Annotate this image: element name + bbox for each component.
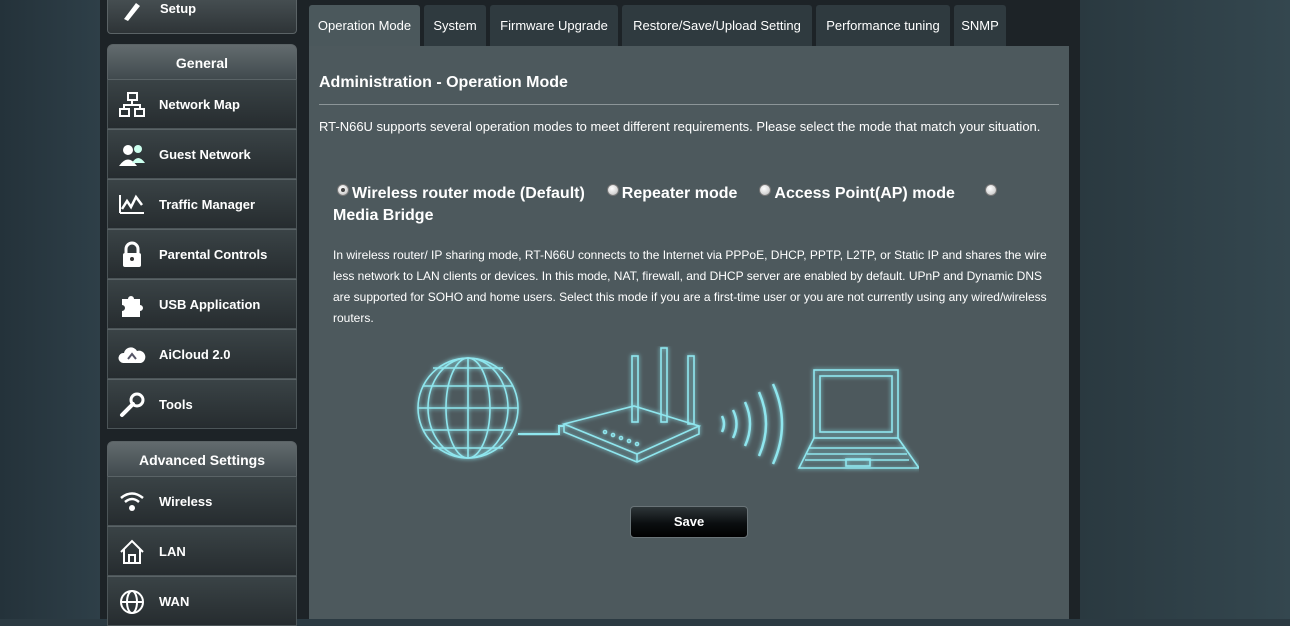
sidebar-item-label: AiCloud 2.0: [159, 347, 231, 362]
sidebar-item-label: USB Application: [159, 297, 261, 312]
mode-option-media-bridge-radio[interactable]: [981, 184, 1000, 202]
tab-snmp[interactable]: SNMP: [954, 5, 1006, 46]
tab-restore-save-upload-setting[interactable]: Restore/Save/Upload Setting: [622, 5, 812, 46]
sidebar-item-guest-network[interactable]: Guest Network: [107, 129, 297, 179]
sidebar-item-parental-controls[interactable]: Parental Controls: [107, 229, 297, 279]
operation-mode-radio-group: Wireless router mode (Default) Repeater m…: [333, 183, 1033, 227]
laptop-icon: [797, 369, 919, 469]
sidebar-item-label: Tools: [159, 397, 193, 412]
tab-performance-tuning[interactable]: Performance tuning: [816, 5, 950, 46]
sidebar-item-label: Parental Controls: [159, 247, 268, 262]
wireless-router-mode-illustration: [417, 347, 919, 469]
guest-network-icon: [118, 141, 146, 169]
page-description: RT-N66U supports several operation modes…: [319, 119, 1041, 134]
page-title: Administration - Operation Mode: [319, 74, 568, 91]
sidebar-item-network-map[interactable]: Network Map: [107, 79, 297, 129]
sidebar-header-advanced: Advanced Settings: [107, 441, 297, 477]
sidebar-item-tools[interactable]: Tools: [107, 379, 297, 429]
aicloud-icon: [118, 341, 146, 369]
mode-option-access-point[interactable]: Access Point(AP) mode: [755, 184, 955, 202]
tab-firmware-upgrade[interactable]: Firmware Upgrade: [490, 5, 618, 46]
cable-line: [518, 425, 564, 435]
wan-icon: [118, 588, 146, 616]
sidebar-item-setup[interactable]: Setup: [107, 0, 297, 34]
setup-icon: [120, 0, 144, 26]
sidebar-item-aicloud[interactable]: AiCloud 2.0: [107, 329, 297, 379]
mode-option-wireless-router[interactable]: Wireless router mode (Default): [333, 184, 585, 202]
background-right: [1080, 0, 1290, 619]
router-icon: [561, 347, 702, 463]
sidebar-item-label: WAN: [159, 594, 190, 609]
traffic-manager-icon: [118, 191, 146, 219]
sidebar-item-traffic-manager[interactable]: Traffic Manager: [107, 179, 297, 229]
radio-unselected[interactable]: [606, 184, 619, 196]
radio-selected[interactable]: [337, 184, 349, 196]
network-map-icon: [118, 91, 146, 119]
main-content: Administration - Operation Mode RT-N66U …: [309, 46, 1069, 619]
mode-option-label: Repeater mode: [621, 185, 738, 202]
sidebar-item-label: Network Map: [159, 97, 240, 112]
lan-icon: [118, 538, 146, 566]
parental-controls-icon: [118, 241, 146, 269]
sidebar-item-wireless[interactable]: Wireless: [107, 476, 297, 526]
sidebar-header-general: General: [107, 44, 297, 80]
mode-option-label[interactable]: Media Bridge: [333, 207, 433, 224]
sidebar-item-label: Wireless: [159, 494, 213, 509]
mode-option-label: Wireless router mode (Default): [352, 185, 585, 202]
background-left: [0, 0, 100, 619]
sidebar-item-usb-application[interactable]: USB Application: [107, 279, 297, 329]
sidebar-item-label: Setup: [160, 1, 197, 16]
save-button[interactable]: Save: [630, 506, 748, 538]
sidebar-item-label: LAN: [159, 544, 186, 559]
globe-icon: [417, 357, 519, 459]
tab-system[interactable]: System: [424, 5, 486, 46]
mode-option-label: Access Point(AP) mode: [774, 185, 955, 202]
sidebar-item-label: Guest Network: [159, 147, 251, 162]
tab-operation-mode[interactable]: Operation Mode: [309, 5, 420, 47]
usb-application-icon: [118, 291, 146, 319]
radio-unselected[interactable]: [759, 184, 772, 196]
mode-option-repeater[interactable]: Repeater mode: [603, 184, 738, 202]
sidebar-item-lan[interactable]: LAN: [107, 526, 297, 576]
radio-unselected[interactable]: [984, 184, 997, 196]
wifi-waves-icon: [720, 383, 784, 465]
tools-icon: [118, 391, 146, 419]
sidebar-item-label: Traffic Manager: [159, 197, 256, 212]
mode-description: In wireless router/ IP sharing mode, RT-…: [333, 248, 1047, 325]
wireless-icon: [118, 488, 146, 516]
title-divider: [319, 104, 1059, 105]
